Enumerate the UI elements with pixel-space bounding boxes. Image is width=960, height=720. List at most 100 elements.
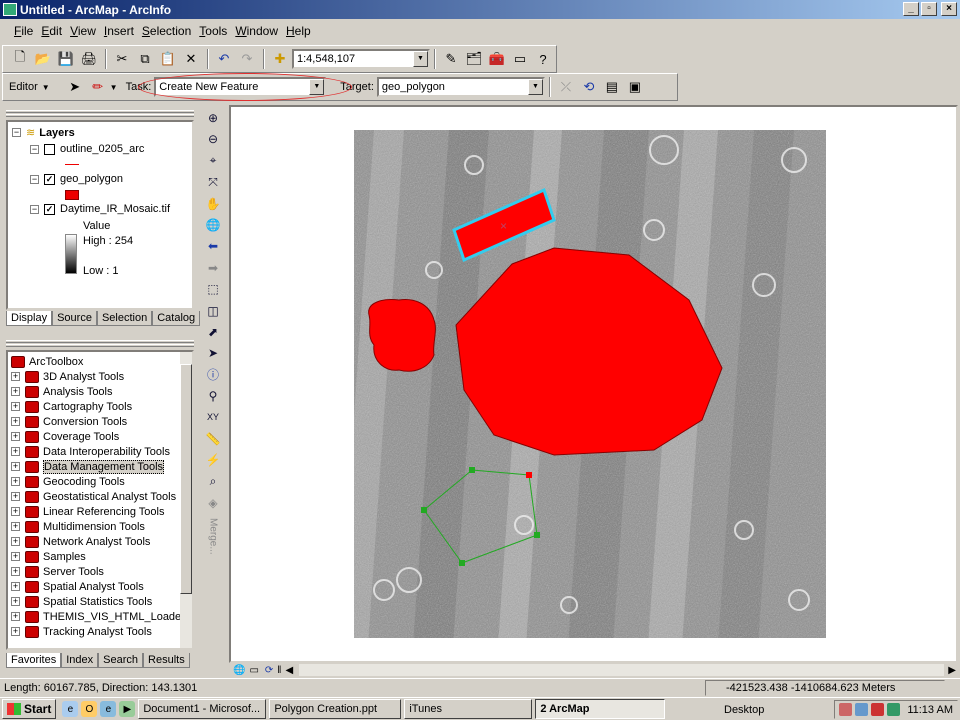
toolbox-item[interactable]: + Geocoding Tools — [11, 474, 125, 489]
expand-icon[interactable]: + — [11, 432, 20, 441]
toolbox-item[interactable]: + Data Interoperability Tools — [11, 444, 170, 459]
tab-catalog[interactable]: Catalog — [152, 311, 201, 326]
hyperlink-icon[interactable]: ⚡ — [203, 450, 223, 470]
close-button[interactable]: × — [941, 2, 957, 16]
full-extent-icon[interactable]: 🌐 — [203, 215, 223, 235]
target-dropdown[interactable]: geo_polygon ▼ — [376, 77, 545, 97]
sketch-properties-icon[interactable]: ▣ — [624, 76, 646, 98]
chevron-down-icon[interactable]: ▼ — [527, 79, 543, 95]
redo-icon[interactable]: ↷ — [236, 48, 258, 70]
minimize-button[interactable]: _ — [903, 2, 919, 16]
pan-icon[interactable]: ✋ — [203, 194, 223, 214]
save-icon[interactable]: 💾 — [55, 48, 77, 70]
tray-icon[interactable] — [871, 703, 885, 716]
expand-icon[interactable]: + — [11, 417, 20, 426]
expand-icon[interactable]: + — [11, 507, 20, 516]
scroll-right-icon[interactable]: ▶ — [948, 665, 956, 676]
expand-icon[interactable]: + — [11, 552, 20, 561]
tab-index[interactable]: Index — [61, 653, 99, 668]
layout-view-icon[interactable]: ▭ — [249, 665, 258, 676]
task-document1[interactable]: Document1 - Microsof... — [138, 699, 267, 719]
toolbox-item[interactable]: + Linear Referencing Tools — [11, 504, 164, 519]
data-view-icon[interactable]: 🌐 — [233, 665, 245, 676]
layer-outline-label[interactable]: outline_0205_arc — [60, 143, 144, 155]
tray-icon[interactable] — [887, 703, 901, 716]
layer-visibility-checkbox[interactable]: ✓ — [44, 173, 55, 185]
toolbox-item[interactable]: + Tracking Analyst Tools — [11, 624, 152, 639]
identify-icon[interactable]: ⓘ — [203, 365, 223, 385]
task-polygon-creation[interactable]: Polygon Creation.ppt — [269, 699, 402, 719]
sketch-tool-icon[interactable]: ✏ — [87, 76, 109, 98]
add-data-icon[interactable]: ✚ — [269, 48, 291, 70]
edit-tool-icon[interactable]: ➤ — [64, 76, 86, 98]
open-folder-icon[interactable]: 📂 — [32, 48, 54, 70]
map-canvas[interactable]: × — [229, 105, 958, 663]
tab-search[interactable]: Search — [98, 653, 144, 668]
merge-icon[interactable]: ◈ — [203, 493, 223, 513]
start-button[interactable]: Start — [2, 699, 57, 719]
forward-extent-icon[interactable]: ➡ — [203, 258, 223, 278]
new-document-icon[interactable]: 🗋 — [9, 48, 31, 70]
menu-selection[interactable]: Selection — [138, 24, 195, 38]
expand-icon[interactable]: + — [11, 372, 20, 381]
chevron-down-icon[interactable]: ▼ — [413, 51, 428, 67]
arctoolbox-root[interactable]: ArcToolbox — [29, 356, 83, 368]
expand-icon[interactable]: + — [11, 537, 20, 546]
menu-file[interactable]: File — [10, 24, 37, 38]
attributes-icon[interactable]: ▤ — [601, 76, 623, 98]
measure-icon[interactable]: 📏 — [203, 429, 223, 449]
desktop-toolbar[interactable]: Desktop — [724, 700, 764, 719]
expand-icon[interactable]: + — [11, 597, 20, 606]
paste-icon[interactable]: 📋 — [157, 48, 179, 70]
refresh-icon[interactable]: ⟳ — [265, 665, 273, 676]
toolbox-item[interactable]: + Samples — [11, 549, 86, 564]
toolbox-item[interactable]: + Cartography Tools — [11, 399, 132, 414]
toolbox-item[interactable]: +3D Analyst Tools — [11, 369, 124, 384]
expand-icon[interactable]: + — [11, 582, 20, 591]
chevron-down-icon[interactable]: ▼ — [42, 83, 50, 92]
tab-display[interactable]: Display — [6, 311, 53, 326]
expand-icon[interactable]: + — [11, 627, 20, 636]
pause-icon[interactable]: ǁ — [277, 665, 281, 676]
toolbox-item[interactable]: + Spatial Statistics Tools — [11, 594, 152, 609]
task-itunes[interactable]: iTunes — [404, 699, 533, 719]
copy-icon[interactable]: ⧉ — [134, 48, 156, 70]
layer-geo-polygon-label[interactable]: geo_polygon — [60, 173, 123, 185]
toolbox-item[interactable]: + Analysis Tools — [11, 384, 113, 399]
find-icon[interactable]: ⚲ — [203, 386, 223, 406]
tray-icon[interactable] — [855, 703, 869, 716]
outlook-icon[interactable]: O — [81, 701, 98, 717]
toolbox-item[interactable]: + Spatial Analyst Tools — [11, 579, 144, 594]
media-icon[interactable]: ▶ — [119, 701, 136, 717]
collapse-icon[interactable]: − — [30, 144, 39, 154]
editor-toolbar-icon[interactable]: ✎ — [440, 48, 462, 70]
browser-icon[interactable]: e — [62, 701, 79, 717]
tab-results[interactable]: Results — [143, 653, 190, 668]
html-popup-icon[interactable]: ⌕ — [203, 472, 223, 492]
expand-icon[interactable]: + — [11, 447, 20, 456]
toolbox-item[interactable]: + Server Tools — [11, 564, 104, 579]
collapse-icon[interactable]: − — [12, 128, 21, 137]
restore-button[interactable]: ▫ — [921, 2, 937, 16]
menu-window[interactable]: Window — [231, 24, 282, 38]
tray-icon[interactable] — [839, 703, 853, 716]
select-elements-icon[interactable]: ⬈ — [203, 322, 223, 342]
menu-view[interactable]: View — [66, 24, 100, 38]
toolbox-item[interactable]: + Network Analyst Tools — [11, 534, 150, 549]
zoom-in-icon[interactable]: ⊕ — [203, 108, 223, 128]
map-horizontal-scrollbar[interactable] — [299, 664, 944, 676]
expand-icon[interactable]: + — [11, 567, 20, 576]
menu-tools[interactable]: Tools — [195, 24, 231, 38]
collapse-icon[interactable]: − — [30, 204, 39, 214]
scroll-left-icon[interactable]: ◀ — [285, 665, 293, 676]
layer-visibility-checkbox[interactable] — [44, 143, 55, 155]
fixed-zoom-out-icon[interactable]: ⤧ — [203, 172, 223, 192]
collapse-icon[interactable]: − — [30, 174, 39, 184]
toolbox-item[interactable]: + Multidimension Tools — [11, 519, 145, 534]
delete-icon[interactable]: ✕ — [180, 48, 202, 70]
toolbox-item[interactable]: + Geostatistical Analyst Tools — [11, 489, 176, 504]
chevron-down-icon[interactable]: ▼ — [309, 79, 325, 95]
toolbox-scrollbar[interactable] — [180, 352, 192, 648]
layer-visibility-checkbox[interactable]: ✓ — [44, 203, 55, 215]
expand-icon[interactable]: + — [11, 477, 20, 486]
